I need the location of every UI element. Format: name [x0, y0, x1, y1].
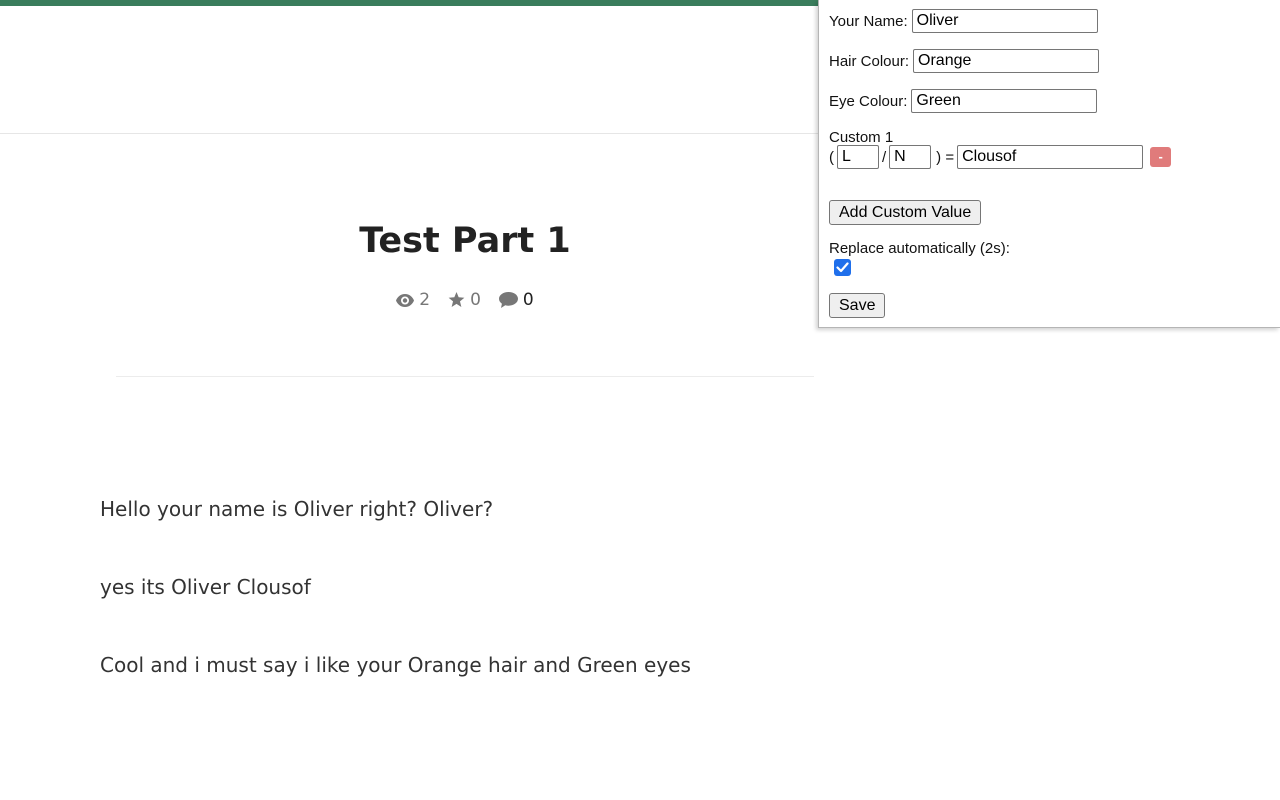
auto-replace-label: Replace automatically (2s):	[829, 240, 1010, 257]
title-divider	[116, 376, 814, 377]
name-input[interactable]	[911, 9, 1098, 33]
custom-key2-input[interactable]	[889, 145, 932, 169]
extension-popup: Your Name: Hair Colour: Eye Colour: Cust…	[818, 0, 1280, 328]
auto-replace-checkbox[interactable]	[834, 259, 851, 276]
hair-label: Hair Colour:	[829, 52, 910, 70]
open-paren: (	[829, 148, 834, 166]
eye-row: Eye Colour:	[829, 89, 1098, 113]
checkmark-icon	[836, 262, 849, 273]
story-title: Test Part 1	[359, 221, 571, 261]
custom-key1-input[interactable]	[837, 145, 879, 169]
views-stat: 2	[396, 290, 430, 310]
views-count: 2	[419, 290, 431, 310]
comments-count: 0	[522, 290, 534, 310]
eye-label: Eye Colour:	[829, 92, 908, 110]
browser-viewport: Test Part 1 2 0 0 Hello your name is Oli…	[0, 0, 1280, 800]
remove-custom-button[interactable]: -	[1150, 147, 1172, 167]
eye-input[interactable]	[911, 89, 1098, 113]
story-paragraph: yes its Oliver Clousof	[100, 575, 311, 599]
eye-icon	[396, 293, 415, 307]
save-button[interactable]: Save	[829, 293, 886, 318]
story-paragraph: Cool and i must say i like your Orange h…	[100, 653, 691, 677]
star-icon	[448, 292, 465, 308]
story-stats: 2 0 0	[116, 290, 814, 310]
stars-count: 0	[470, 290, 481, 310]
name-label: Your Name:	[829, 12, 908, 30]
custom-value-input[interactable]	[957, 145, 1144, 169]
story-body: Hello your name is Oliver right? Oliver?…	[100, 494, 800, 728]
custom-label: Custom 1	[829, 129, 894, 146]
header-divider	[0, 133, 820, 134]
comments-stat: 0	[498, 290, 534, 310]
add-custom-value-button[interactable]: Add Custom Value	[829, 200, 982, 225]
name-row: Your Name:	[829, 9, 1098, 33]
stars-stat: 0	[448, 290, 481, 310]
hair-input[interactable]	[913, 49, 1100, 73]
hair-row: Hair Colour:	[829, 49, 1100, 73]
comment-icon	[498, 292, 518, 308]
close-equals: ) =	[936, 148, 955, 166]
custom-row: ( / ) = -	[829, 145, 1172, 169]
slash-separator: /	[882, 148, 887, 166]
story-paragraph: Hello your name is Oliver right? Oliver?	[100, 497, 494, 521]
